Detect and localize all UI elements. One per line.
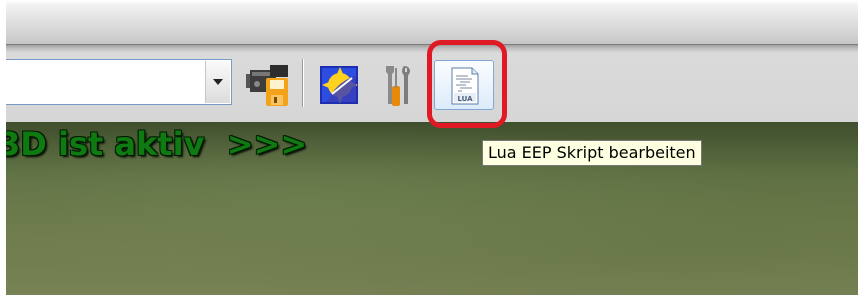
tools-button[interactable] (380, 62, 418, 106)
tools-icon (386, 66, 410, 106)
camera-save-button[interactable] (242, 62, 288, 106)
combo-dropdown-button[interactable] (205, 61, 230, 103)
title-bar (6, 0, 858, 44)
eep-window: LUA 3D ist aktiv >>> Lua EEP Skript bear… (6, 0, 858, 295)
camera-save-icon (246, 65, 288, 106)
view-select-combo[interactable] (6, 59, 232, 105)
toolbar-separator (302, 59, 304, 107)
3d-viewport[interactable]: 3D ist aktiv >>> (6, 122, 858, 295)
highlight-annotation (427, 40, 507, 128)
weather-button[interactable] (318, 62, 358, 106)
status-3d-active-text: 3D ist aktiv >>> (6, 125, 308, 163)
tooltip: Lua EEP Skript bearbeiten (482, 140, 702, 166)
chevron-down-icon (213, 79, 223, 85)
weather-icon (320, 66, 358, 104)
